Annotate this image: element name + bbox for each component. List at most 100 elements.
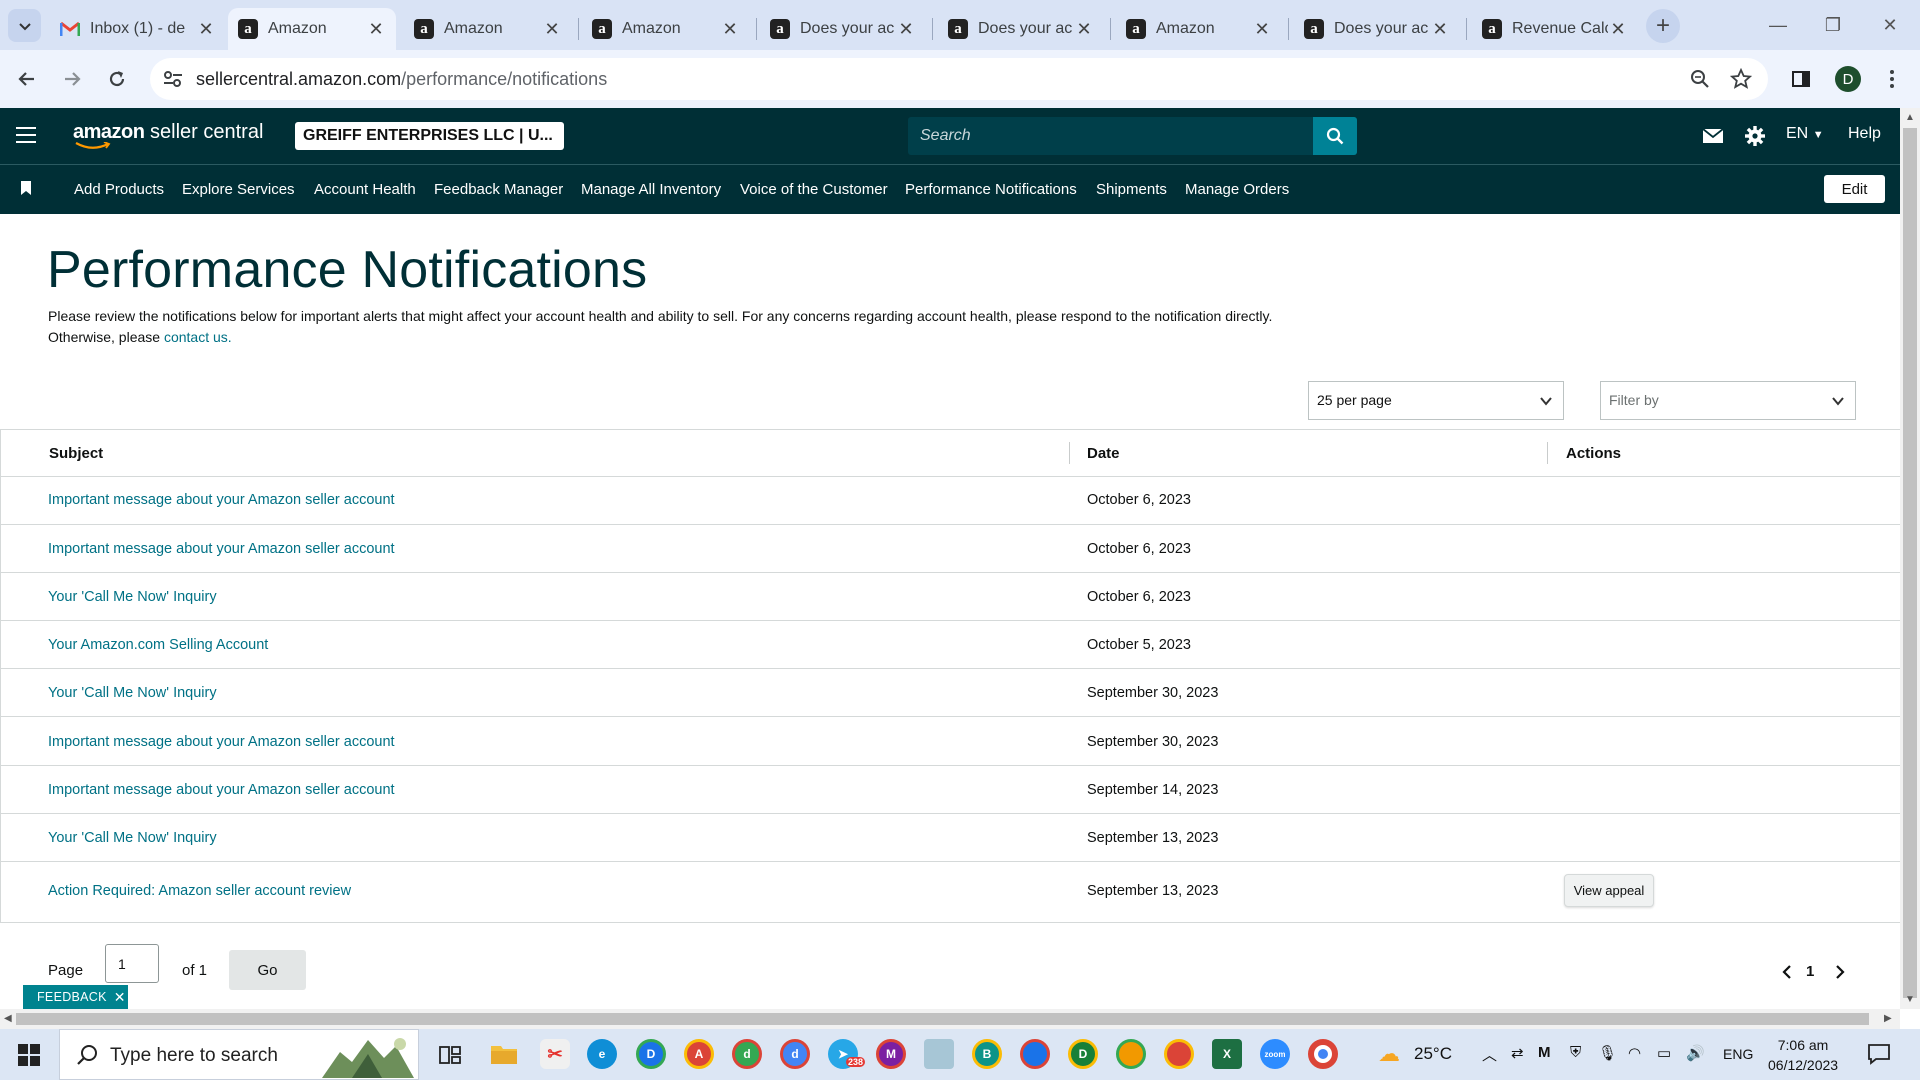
close-tab-icon[interactable]: ✕	[1074, 19, 1094, 39]
temperature[interactable]: 25°C	[1414, 1044, 1452, 1064]
windows-start-icon[interactable]	[18, 1044, 40, 1066]
browser-tab-does-your-account[interactable]: a Does your ac ✕	[1294, 8, 1460, 50]
nav-manage-orders[interactable]: Manage Orders	[1185, 181, 1289, 198]
zoom-app-icon[interactable]: zoom	[1260, 1039, 1290, 1069]
close-feedback-icon[interactable]: ✕	[114, 989, 126, 1006]
previous-page-icon[interactable]	[1779, 964, 1795, 980]
scroll-right-arrow-icon[interactable]: ▶	[1884, 1013, 1892, 1024]
scroll-down-arrow-icon[interactable]: ▼	[1905, 994, 1915, 1005]
edit-nav-button[interactable]: Edit	[1824, 175, 1885, 203]
site-settings-icon[interactable]	[162, 69, 184, 89]
telegram-icon[interactable]: ➤ 238	[828, 1039, 866, 1069]
system-clock[interactable]: 7:06 am 06/12/2023	[1768, 1035, 1838, 1075]
network-sync-icon[interactable]: ⇄	[1511, 1044, 1524, 1062]
input-language[interactable]: ENG	[1723, 1046, 1753, 1062]
tab-search-button[interactable]	[8, 9, 41, 42]
profile-avatar[interactable]: D	[1835, 66, 1861, 92]
battery-icon[interactable]: ▭	[1657, 1044, 1671, 1062]
app-icon[interactable]	[924, 1039, 954, 1069]
search-button[interactable]	[1313, 117, 1357, 155]
contact-us-link[interactable]: contact us.	[164, 329, 232, 345]
close-tab-icon[interactable]: ✕	[896, 19, 916, 39]
new-tab-button[interactable]: +	[1646, 9, 1680, 43]
scroll-up-arrow-icon[interactable]: ▲	[1905, 112, 1915, 123]
task-view-icon[interactable]	[438, 1043, 462, 1067]
kebab-menu-icon[interactable]	[1875, 62, 1909, 96]
browser-tab-gmail[interactable]: Inbox (1) - de ✕	[50, 8, 226, 50]
seller-central-logo[interactable]: amazon seller central	[73, 121, 263, 149]
nav-manage-all-inventory[interactable]: Manage All Inventory	[581, 181, 721, 198]
excel-icon[interactable]: X	[1212, 1039, 1242, 1069]
bookmark-icon[interactable]	[21, 181, 31, 195]
notification-subject-link[interactable]: Your 'Call Me Now' Inquiry	[48, 685, 217, 701]
chrome-profile-icon[interactable]: D	[1068, 1039, 1098, 1069]
vertical-scrollbar[interactable]: ▲ ▼	[1900, 108, 1920, 1009]
column-header-subject[interactable]: Subject	[49, 445, 103, 462]
chrome-profile-icon[interactable]	[1116, 1039, 1146, 1069]
column-header-date[interactable]: Date	[1087, 445, 1120, 462]
next-page-icon[interactable]	[1832, 964, 1848, 980]
browser-tab-amazon[interactable]: a Amazon ✕	[1116, 8, 1282, 50]
gear-icon[interactable]	[1743, 124, 1767, 148]
chrome-profile-icon[interactable]	[1164, 1039, 1194, 1069]
snipping-tool-icon[interactable]: ✂	[540, 1039, 570, 1069]
close-tab-icon[interactable]: ✕	[1430, 19, 1450, 39]
window-close-icon[interactable]: ✕	[1870, 10, 1910, 40]
chrome-profile-icon[interactable]: D	[636, 1039, 666, 1069]
chrome-profile-icon[interactable]: d	[780, 1039, 810, 1069]
back-arrow-icon[interactable]	[10, 62, 44, 96]
taskbar-search-box[interactable]: Type here to search	[59, 1029, 419, 1080]
show-hidden-icons-chevron-icon[interactable]: ︿	[1482, 1044, 1497, 1065]
nav-feedback-manager[interactable]: Feedback Manager	[434, 181, 563, 198]
help-link[interactable]: Help	[1848, 125, 1881, 143]
notification-subject-link[interactable]: Your Amazon.com Selling Account	[48, 637, 268, 653]
chrome-profile-icon[interactable]	[1020, 1039, 1050, 1069]
page-number-input[interactable]	[105, 944, 159, 983]
address-bar[interactable]: sellercentral.amazon.com/performance/not…	[150, 58, 1768, 100]
nav-voice-of-the-customer[interactable]: Voice of the Customer	[740, 181, 888, 198]
horizontal-scrollbar[interactable]: ◀ ▶	[0, 1009, 1900, 1029]
side-panel-icon[interactable]	[1784, 62, 1818, 96]
language-selector[interactable]: EN ▼	[1786, 125, 1824, 143]
notification-subject-link[interactable]: Your 'Call Me Now' Inquiry	[48, 830, 217, 846]
volume-icon[interactable]: 🔊	[1686, 1044, 1705, 1062]
horizontal-scroll-thumb[interactable]	[16, 1013, 1869, 1025]
wifi-icon[interactable]: ◠	[1628, 1044, 1641, 1062]
vertical-scroll-thumb[interactable]	[1903, 128, 1917, 998]
nav-add-products[interactable]: Add Products	[74, 181, 164, 198]
zoom-icon[interactable]	[1688, 67, 1712, 91]
close-tab-icon[interactable]: ✕	[1608, 19, 1628, 39]
edge-icon[interactable]: e	[587, 1039, 617, 1069]
file-explorer-icon[interactable]	[490, 1042, 518, 1066]
account-switcher[interactable]: GREIFF ENTERPRISES LLC | U...	[295, 122, 564, 150]
notification-subject-link[interactable]: Your 'Call Me Now' Inquiry	[48, 589, 217, 605]
app-tray-icon[interactable]: M	[1538, 1044, 1551, 1061]
close-tab-icon[interactable]: ✕	[720, 19, 740, 39]
minimize-icon[interactable]: —	[1758, 10, 1798, 40]
browser-tab-does-your-account[interactable]: a Does your ac ✕	[938, 8, 1104, 50]
notification-subject-link[interactable]: Important message about your Amazon sell…	[48, 541, 395, 557]
browser-tab-revenue-calculator[interactable]: a Revenue Calc ✕	[1472, 8, 1638, 50]
scroll-left-arrow-icon[interactable]: ◀	[4, 1013, 12, 1024]
seller-search-input[interactable]	[908, 117, 1313, 155]
nav-shipments[interactable]: Shipments	[1096, 181, 1167, 198]
hamburger-menu-icon[interactable]	[16, 127, 36, 148]
close-tab-icon[interactable]: ✕	[1252, 19, 1272, 39]
close-tab-icon[interactable]: ✕	[196, 19, 216, 39]
per-page-select[interactable]: 25 per page	[1308, 381, 1564, 420]
weather-icon[interactable]: ☁	[1378, 1041, 1400, 1067]
filter-by-select[interactable]: Filter by	[1600, 381, 1856, 420]
microphone-icon[interactable]: 🎙	[1598, 1044, 1617, 1062]
current-page-number[interactable]: 1	[1806, 963, 1814, 980]
browser-tab-amazon-active[interactable]: a Amazon ✕	[228, 8, 396, 50]
notification-subject-link[interactable]: Action Required: Amazon seller account r…	[48, 883, 351, 899]
view-appeal-button[interactable]: View appeal	[1564, 874, 1654, 907]
nav-account-health[interactable]: Account Health	[314, 181, 416, 198]
close-tab-icon[interactable]: ✕	[366, 19, 386, 39]
browser-tab-amazon[interactable]: a Amazon ✕	[404, 8, 572, 50]
chrome-icon[interactable]	[1308, 1039, 1338, 1069]
close-tab-icon[interactable]: ✕	[542, 19, 562, 39]
reload-icon[interactable]	[100, 62, 134, 96]
go-button[interactable]: Go	[229, 950, 306, 990]
notification-center-icon[interactable]	[1867, 1043, 1891, 1065]
